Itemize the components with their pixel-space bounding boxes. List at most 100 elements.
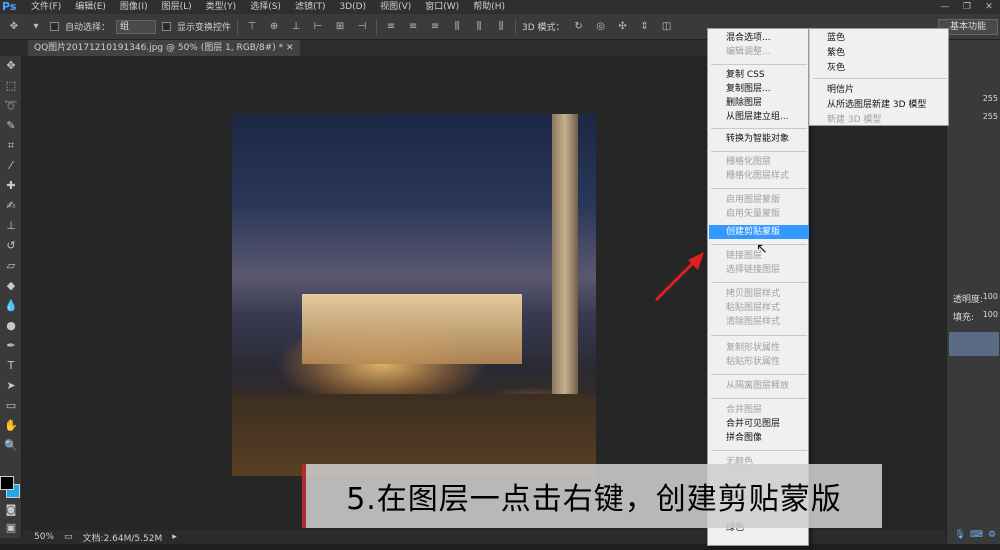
context-menu-separator [711, 335, 807, 336]
context-menu-item[interactable]: 灰色 [811, 61, 949, 75]
distribute-left-icon[interactable]: ⫼ [449, 20, 465, 34]
move-tool-icon[interactable]: ✥ [6, 20, 22, 34]
context-menu-item[interactable]: 转换为智能对象 [709, 132, 809, 146]
menu-edit[interactable]: 编辑(E) [68, 0, 113, 14]
minimize-icon[interactable]: — [938, 2, 952, 12]
zoom-level[interactable]: 50% [34, 532, 54, 542]
quick-mask-icon[interactable]: ◙ [0, 500, 22, 520]
context-menu-item: 复制形状属性 [726, 343, 781, 353]
rotate-3d-icon[interactable]: ↻ [571, 20, 587, 34]
context-menu-item: 清除图层样式 [726, 317, 781, 327]
close-icon[interactable]: ✕ [982, 2, 996, 12]
opacity-value[interactable]: 100 [983, 292, 998, 301]
quick-select-tool-icon[interactable]: ✎ [0, 116, 22, 136]
screen-mode-icon[interactable]: ▣ [0, 518, 22, 538]
history-brush-tool-icon[interactable]: ↺ [0, 236, 22, 256]
system-tray: 🎙 ⌨ ⚙ [946, 526, 1000, 544]
distribute-top-icon[interactable]: ≡ [383, 20, 399, 34]
document-tab[interactable]: QQ图片20171210191346.jpg @ 50% (图层 1, RGB/… [28, 40, 300, 56]
close-tab-icon[interactable]: ✕ [286, 43, 294, 53]
align-center-icon[interactable]: ⊞ [332, 20, 348, 34]
menu-image[interactable]: 图像(I) [113, 0, 155, 14]
marquee-tool-icon[interactable]: ⬚ [0, 76, 22, 96]
context-menu-item[interactable]: 合并可见图层 [709, 417, 809, 431]
foreground-color-swatch[interactable] [0, 476, 14, 490]
microphone-icon[interactable]: 🎙 [954, 529, 966, 541]
dodge-tool-icon[interactable]: ● [0, 316, 22, 336]
eraser-tool-icon[interactable]: ▱ [0, 256, 22, 276]
distribute-bottom-icon[interactable]: ≡ [427, 20, 443, 34]
align-left-icon[interactable]: ⊢ [310, 20, 326, 34]
distribute-right-icon[interactable]: ⫼ [493, 20, 509, 34]
fill-value[interactable]: 100 [983, 310, 998, 319]
pen-tool-icon[interactable]: ✒ [0, 336, 22, 356]
context-menu-item[interactable]: 蓝色 [811, 31, 949, 45]
zoom-tool-icon[interactable]: 🔍 [0, 436, 22, 456]
rectangle-tool-icon[interactable]: ▭ [0, 396, 22, 416]
mouse-cursor-icon: ↖ [756, 241, 768, 257]
settings-icon[interactable]: ⚙ [986, 529, 998, 541]
menu-layer[interactable]: 图层(L) [155, 0, 199, 14]
context-menu-item[interactable]: 删除图层 [709, 96, 809, 110]
photo-tower [552, 114, 578, 434]
context-menu-item[interactable]: 从所选图层新建 3D 模型 [811, 98, 949, 112]
context-menu-item[interactable]: 混合选项... [709, 31, 809, 45]
context-menu-item[interactable]: 从图层建立组... [709, 110, 809, 124]
night-city-photo[interactable] [232, 114, 596, 476]
caption-text: 5.在图层一点击右键，创建剪贴蒙版 [346, 482, 842, 517]
menu-type[interactable]: 类型(Y) [199, 0, 244, 14]
align-right-icon[interactable]: ⊣ [354, 20, 370, 34]
distribute-center-icon[interactable]: ⫼ [471, 20, 487, 34]
menu-filter[interactable]: 滤镜(T) [288, 0, 333, 14]
context-menu-item: 栅格化图层 [726, 157, 772, 167]
tutorial-caption: 5.在图层一点击右键，创建剪贴蒙版 [302, 464, 882, 528]
context-menu-item[interactable]: 创建剪贴蒙版 [709, 225, 809, 239]
menu-window[interactable]: 窗口(W) [418, 0, 466, 14]
context-menu-item[interactable]: 复制图层... [709, 82, 809, 96]
menu-3d[interactable]: 3D(D) [332, 0, 373, 14]
path-select-tool-icon[interactable]: ➤ [0, 376, 22, 396]
context-menu-item[interactable]: 紫色 [811, 46, 949, 60]
roll-3d-icon[interactable]: ◎ [593, 20, 609, 34]
menu-file[interactable]: 文件(F) [24, 0, 68, 14]
context-menu-item: 新建 3D 模型 [827, 115, 882, 125]
selected-layer-row[interactable] [949, 332, 999, 356]
auto-select-dropdown[interactable]: 组 [116, 19, 157, 34]
menu-view[interactable]: 视图(V) [373, 0, 418, 14]
paint-bucket-tool-icon[interactable]: ◆ [0, 276, 22, 296]
align-top-icon[interactable]: ⊤ [244, 20, 260, 34]
align-bottom-icon[interactable]: ⊥ [288, 20, 304, 34]
type-tool-icon[interactable]: T [0, 356, 22, 376]
menu-select[interactable]: 选择(S) [243, 0, 288, 14]
context-menu-separator [711, 450, 807, 451]
photo-building [302, 294, 522, 364]
keyboard-icon[interactable]: ⌨ [970, 529, 983, 541]
menu-help[interactable]: 帮助(H) [466, 0, 512, 14]
hand-tool-icon[interactable]: ✋ [0, 416, 22, 436]
status-bar: 50% ▭ 文档:2.64M/5.52M ▸ [22, 530, 322, 544]
show-transform-checkbox[interactable] [162, 22, 172, 31]
auto-select-checkbox[interactable] [50, 22, 59, 31]
brush-tool-icon[interactable]: ✍ [0, 196, 22, 216]
context-menu-item[interactable]: 拼合图像 [709, 431, 809, 445]
healing-brush-tool-icon[interactable]: ✚ [0, 176, 22, 196]
drag-3d-icon[interactable]: ✣ [615, 20, 631, 34]
chevron-down-icon[interactable]: ▾ [28, 20, 44, 34]
distribute-middle-icon[interactable]: ≡ [405, 20, 421, 34]
scale-3d-icon[interactable]: ◫ [659, 20, 675, 34]
clone-stamp-tool-icon[interactable]: ⊥ [0, 216, 22, 236]
context-menu-item: 拷贝图层样式 [726, 289, 781, 299]
chevron-right-icon[interactable]: ▸ [172, 532, 177, 542]
blur-tool-icon[interactable]: 💧 [0, 296, 22, 316]
move-tool-icon[interactable]: ✥ [0, 56, 22, 76]
menu-bar: Ps 文件(F) 编辑(E) 图像(I) 图层(L) 类型(Y) 选择(S) 滤… [0, 0, 1000, 14]
context-menu-separator [813, 78, 947, 79]
maximize-icon[interactable]: ❐ [960, 2, 974, 12]
eyedropper-tool-icon[interactable]: ⁄ [0, 156, 22, 176]
crop-tool-icon[interactable]: ⌗ [0, 136, 22, 156]
lasso-tool-icon[interactable]: ➰ [0, 96, 22, 116]
context-menu-item[interactable]: 明信片 [811, 83, 949, 97]
slide-3d-icon[interactable]: ⇕ [637, 20, 653, 34]
align-middle-icon[interactable]: ⊕ [266, 20, 282, 34]
context-menu-item[interactable]: 复制 CSS [709, 68, 809, 82]
